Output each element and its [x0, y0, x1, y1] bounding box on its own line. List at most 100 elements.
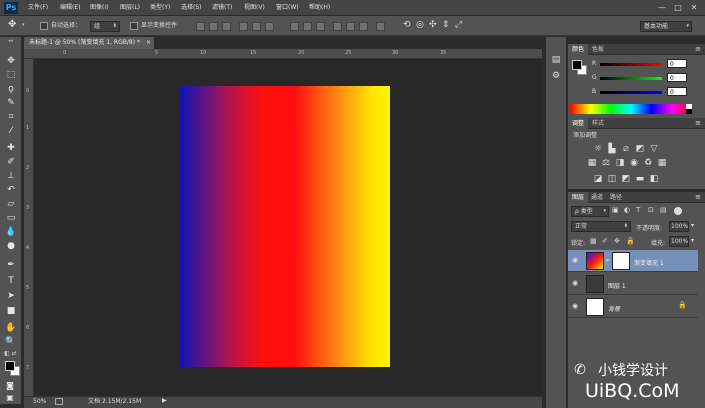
- posterize-icon[interactable]: ◫: [607, 174, 617, 184]
- tab-adjustments[interactable]: 调整: [568, 118, 589, 129]
- filter-shape-icon[interactable]: ⊡: [648, 206, 654, 214]
- menu-layer[interactable]: 图层(L): [120, 0, 140, 16]
- eraser-tool-icon[interactable]: ▱: [5, 198, 17, 210]
- filter-adjustment-icon[interactable]: ◐: [624, 206, 630, 214]
- tab-channels[interactable]: 通道: [587, 192, 607, 203]
- auto-select-checkbox[interactable]: [40, 22, 48, 30]
- selective-color-icon[interactable]: ◧: [649, 174, 659, 184]
- filter-toggle-icon[interactable]: [674, 207, 682, 215]
- clone-stamp-tool-icon[interactable]: ⊥: [5, 170, 17, 182]
- status-arrow-icon[interactable]: ▶: [162, 397, 167, 404]
- dodge-tool-icon[interactable]: ●: [5, 240, 17, 252]
- zoom-level[interactable]: 50%: [33, 397, 46, 407]
- brightness-icon[interactable]: ☼: [593, 144, 603, 154]
- color-spectrum-bar[interactable]: [570, 104, 692, 114]
- 3d-roll-icon[interactable]: ◎: [416, 20, 424, 30]
- distribute-bottom-icon[interactable]: [316, 22, 325, 31]
- fill-slider-icon[interactable]: ▾: [691, 237, 694, 244]
- zoom-tool-icon[interactable]: 🔍: [5, 336, 17, 348]
- menu-type[interactable]: 类型(Y): [150, 0, 170, 16]
- exposure-icon[interactable]: ◩: [635, 144, 645, 154]
- eye-icon[interactable]: ◉: [572, 302, 578, 310]
- healing-brush-tool-icon[interactable]: ✚: [5, 142, 17, 154]
- screen-mode-icon[interactable]: ▣: [4, 392, 16, 404]
- color-balance-icon[interactable]: ⚖: [601, 158, 611, 168]
- quick-mask-icon[interactable]: ◙: [4, 380, 16, 392]
- 3d-scale-icon[interactable]: ⤢: [455, 20, 462, 30]
- rectangle-tool-icon[interactable]: ■: [5, 305, 17, 317]
- minimize-button[interactable]: —: [655, 2, 669, 13]
- close-window-button[interactable]: ✕: [687, 2, 701, 13]
- opacity-input[interactable]: 100%: [669, 221, 689, 232]
- opacity-slider-icon[interactable]: ▾: [691, 222, 694, 229]
- background-thumbnail[interactable]: [586, 298, 604, 316]
- align-hcenter-icon[interactable]: [252, 22, 261, 31]
- distribute-top-icon[interactable]: [290, 22, 299, 31]
- filter-smart-object-icon[interactable]: ▤: [660, 206, 667, 214]
- menu-filter[interactable]: 滤镜(T): [212, 0, 232, 16]
- distribute-right-icon[interactable]: [359, 22, 368, 31]
- layer-filter-dropdown[interactable]: ρ 类型 ▾: [571, 206, 609, 217]
- green-slider[interactable]: [600, 77, 662, 80]
- link-icon[interactable]: ∞: [605, 257, 610, 264]
- menu-help[interactable]: 帮助(H): [309, 0, 330, 16]
- marquee-tool-icon[interactable]: ⬚: [5, 69, 17, 81]
- layer-mask-thumbnail[interactable]: [612, 252, 630, 270]
- tool-preset-dropdown-icon[interactable]: ▾: [22, 22, 25, 28]
- move-tool-icon[interactable]: ✥: [8, 19, 16, 30]
- align-vcenter-icon[interactable]: [209, 22, 218, 31]
- align-left-icon[interactable]: [239, 22, 248, 31]
- menu-select[interactable]: 选择(S): [181, 0, 202, 16]
- menu-edit[interactable]: 编辑(E): [60, 0, 80, 16]
- tab-paths[interactable]: 路径: [606, 192, 626, 203]
- blend-mode-dropdown[interactable]: 正常 ⬍: [571, 221, 631, 232]
- align-right-icon[interactable]: [265, 22, 274, 31]
- eye-icon[interactable]: ◉: [572, 279, 578, 287]
- eye-icon[interactable]: ◉: [572, 256, 578, 264]
- document-tab[interactable]: 未标题-1 @ 50% (渐变填充 1, RGB/8) * ×: [24, 37, 154, 49]
- green-value[interactable]: 0: [667, 73, 687, 82]
- history-brush-tool-icon[interactable]: ↶: [5, 184, 17, 196]
- hand-tool-icon[interactable]: ✋: [5, 322, 17, 334]
- lock-position-icon[interactable]: ✥: [614, 237, 620, 245]
- menu-view[interactable]: 视图(V): [244, 0, 265, 16]
- blue-value[interactable]: 0: [667, 87, 687, 96]
- panel-menu-icon[interactable]: ≡: [695, 44, 701, 55]
- pen-tool-icon[interactable]: ✒: [5, 259, 17, 271]
- auto-select-dropdown[interactable]: 组 ⬍: [90, 21, 120, 32]
- quick-select-tool-icon[interactable]: ✎: [5, 97, 17, 109]
- default-colors-icon[interactable]: ◧ ⇄: [4, 350, 17, 357]
- workspace-dropdown[interactable]: 基本功能 ▾: [640, 21, 692, 32]
- foreground-color-swatch[interactable]: [5, 361, 15, 371]
- crop-tool-icon[interactable]: ⌗: [5, 111, 17, 123]
- path-selection-tool-icon[interactable]: ➤: [5, 290, 17, 302]
- levels-icon[interactable]: ▙: [607, 144, 617, 154]
- color-panel-fg-swatch[interactable]: [572, 60, 582, 70]
- hue-saturation-icon[interactable]: ▦: [587, 158, 597, 168]
- curves-icon[interactable]: ⧄: [621, 144, 631, 154]
- lock-transparent-icon[interactable]: ▩: [590, 237, 597, 245]
- red-slider[interactable]: [600, 63, 662, 66]
- history-icon[interactable]: ▤: [550, 54, 562, 66]
- menu-image[interactable]: 图像(I): [90, 0, 108, 16]
- tab-layers[interactable]: 图层: [568, 192, 589, 203]
- channel-mixer-icon[interactable]: ♻: [643, 158, 653, 168]
- filter-type-icon[interactable]: T: [636, 206, 640, 214]
- invert-icon[interactable]: ◪: [593, 174, 603, 184]
- layer-name[interactable]: 背景: [608, 304, 620, 313]
- photo-filter-icon[interactable]: ◉: [629, 158, 639, 168]
- eyedropper-tool-icon[interactable]: ⁄: [5, 125, 17, 137]
- tab-swatches[interactable]: 色板: [588, 44, 608, 55]
- lasso-tool-icon[interactable]: ϙ: [5, 83, 17, 95]
- tab-styles[interactable]: 样式: [588, 118, 608, 129]
- black-white-ramp[interactable]: [686, 104, 692, 114]
- gradient-fill-thumbnail[interactable]: [586, 252, 604, 270]
- align-bottom-icon[interactable]: [222, 22, 231, 31]
- threshold-icon[interactable]: ◩: [621, 174, 631, 184]
- document-canvas[interactable]: [179, 86, 390, 367]
- filter-pixel-icon[interactable]: ▣: [612, 206, 619, 214]
- panel-menu-icon[interactable]: ≡: [695, 118, 701, 129]
- menu-window[interactable]: 窗口(W): [276, 0, 299, 16]
- close-document-icon[interactable]: ×: [146, 37, 151, 49]
- status-menu-icon[interactable]: [55, 398, 63, 405]
